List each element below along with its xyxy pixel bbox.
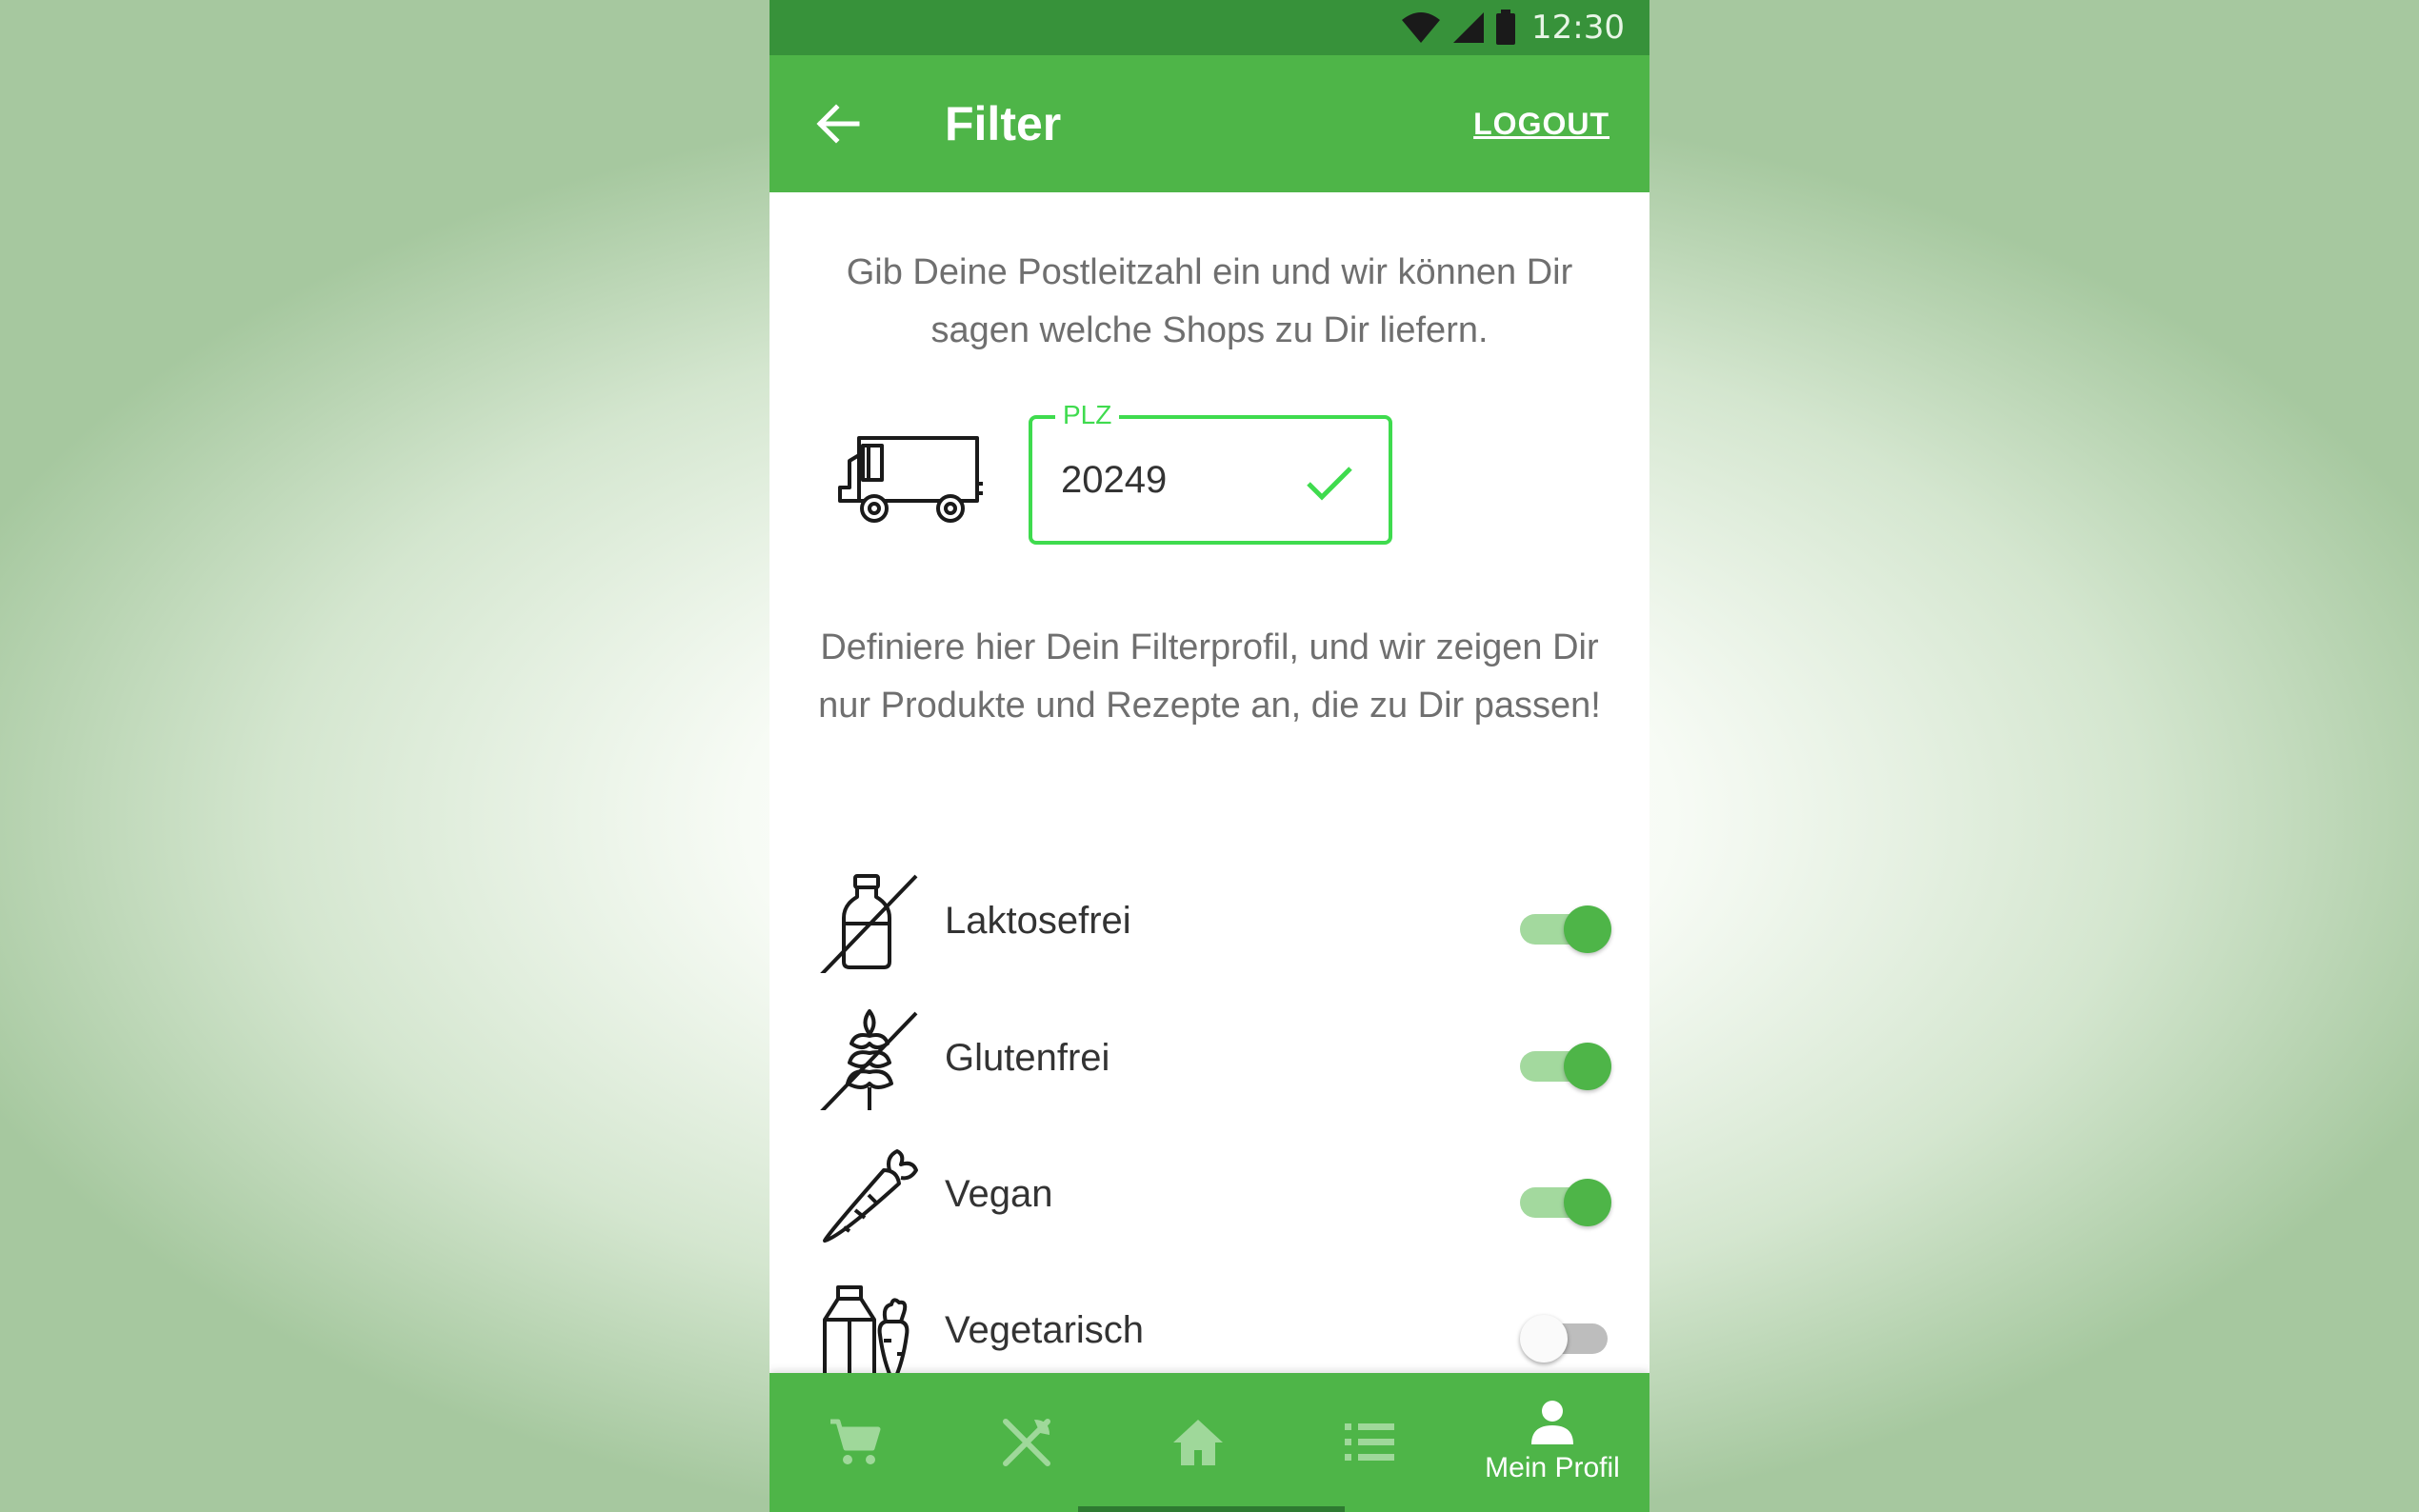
toggle-glutenfrei[interactable] — [1520, 1040, 1611, 1090]
filter-label: Vegan — [945, 1173, 1053, 1215]
status-time: 12:30 — [1531, 9, 1625, 47]
toggle-thumb — [1564, 1043, 1611, 1090]
logout-button[interactable]: LOGOUT — [1473, 97, 1609, 150]
status-icons: 12:30 — [1400, 8, 1625, 48]
list-icon — [1345, 1423, 1394, 1461]
toggle-thumb — [1564, 905, 1611, 953]
fork-knife-icon — [1003, 1419, 1050, 1466]
battery-icon — [1496, 10, 1516, 45]
bottom-navigation: Mein Profil — [770, 1373, 1649, 1512]
home-icon — [1173, 1420, 1223, 1465]
filter-intro-text: Definiere hier Dein Filterprofil, und wi… — [818, 627, 1601, 726]
signal-icon — [1453, 12, 1485, 43]
carrot-icon — [823, 1149, 918, 1243]
nav-cart[interactable] — [770, 1373, 941, 1512]
plz-input[interactable]: PLZ 20249 — [1029, 398, 1392, 545]
back-button[interactable] — [804, 93, 872, 154]
phone-screen: 12:30 Filter LOGOUT Gib Deine Postleitza… — [770, 0, 1649, 1512]
plz-value: 20249 — [1061, 459, 1168, 501]
plz-intro-text: Gib Deine Postleitzahl ein und wir könne… — [846, 252, 1573, 350]
cart-icon — [830, 1419, 881, 1464]
person-icon — [1531, 1401, 1573, 1444]
filter-label: Laktosefrei — [945, 900, 1131, 942]
nav-list[interactable] — [1284, 1373, 1455, 1512]
filter-row-vegan: Vegan — [770, 1136, 1649, 1250]
nav-bottom-edge — [1078, 1506, 1345, 1512]
checkmark-icon — [1307, 467, 1352, 501]
filter-row-glutenfrei: Glutenfrei — [770, 1000, 1649, 1114]
wheat-crossed-icon — [820, 1009, 918, 1110]
toggle-vegan[interactable] — [1520, 1176, 1611, 1226]
toggle-thumb — [1564, 1179, 1611, 1226]
nav-profile[interactable]: Mein Profil — [1455, 1373, 1649, 1512]
page-title: Filter — [945, 97, 1062, 150]
toggle-vegetarisch[interactable] — [1520, 1312, 1611, 1363]
app-bar: Filter LOGOUT — [770, 55, 1649, 192]
plz-field-label: PLZ — [1055, 398, 1120, 432]
filter-label: Vegetarisch — [945, 1309, 1145, 1351]
filter-row-laktosefrei: Laktosefrei — [770, 863, 1649, 977]
milk-bottle-crossed-icon — [820, 874, 918, 973]
truck-icon — [838, 436, 983, 523]
filter-row-vegetarisch: Vegetarisch — [770, 1272, 1649, 1386]
toggle-laktosefrei[interactable] — [1520, 903, 1611, 953]
nav-profile-label: Mein Profil — [1485, 1452, 1620, 1483]
status-bar: 12:30 — [770, 0, 1649, 55]
milk-carton-carrot-icon — [823, 1285, 910, 1383]
arrow-left-icon — [816, 104, 860, 144]
toggle-thumb — [1520, 1315, 1568, 1363]
nav-recipes[interactable] — [941, 1373, 1112, 1512]
filter-label: Glutenfrei — [945, 1037, 1110, 1079]
nav-home[interactable] — [1112, 1373, 1284, 1512]
wifi-icon — [1402, 12, 1441, 43]
